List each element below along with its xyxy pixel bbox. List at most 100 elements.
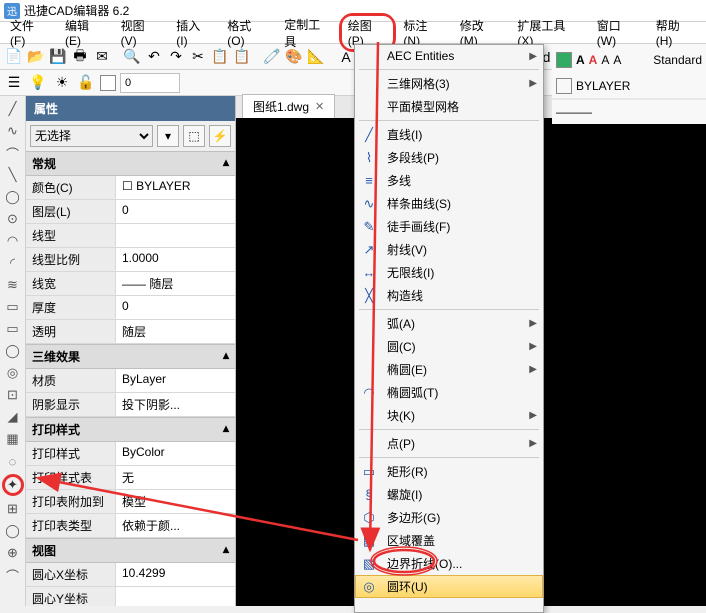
prop-value[interactable]: 模型 — [116, 490, 235, 513]
menu-item[interactable]: 椭圆(E)▶ — [355, 358, 543, 381]
text-style-a-icon[interactable]: A — [601, 53, 609, 67]
left-tool-1[interactable]: ∿ — [4, 122, 22, 140]
left-tool-8[interactable]: ≋ — [4, 276, 22, 294]
menu-4[interactable]: 格式(O) — [219, 14, 276, 51]
property-row[interactable]: 圆心Y坐标 — [26, 587, 235, 606]
menu-item[interactable]: ≡多线 — [355, 169, 543, 192]
menu-item[interactable]: ∿样条曲线(S) — [355, 192, 543, 215]
left-tool-6[interactable]: ◠ — [4, 232, 22, 250]
menu-item[interactable]: ▨区域覆盖 — [355, 529, 543, 552]
left-tool-4[interactable]: ◯ — [4, 188, 22, 206]
left-tool-2[interactable]: ⌒ — [4, 144, 22, 162]
property-row[interactable]: 阴影显示投下阴影... — [26, 393, 235, 417]
layers-icon[interactable]: ☰ — [4, 73, 24, 93]
left-tool-20[interactable]: ⊕ — [4, 544, 22, 562]
prop-value[interactable]: ByColor — [116, 442, 235, 465]
menu-10[interactable]: 窗口(W) — [589, 14, 648, 51]
menu-2[interactable]: 视图(V) — [113, 14, 169, 51]
tb1-btn-3[interactable]: 🖶 — [70, 47, 90, 67]
tb1-btn-2[interactable]: 💾 — [48, 47, 68, 67]
menu-item[interactable]: 点(P)▶ — [355, 432, 543, 455]
prop-value[interactable]: 0 — [116, 200, 235, 223]
prop-value[interactable]: 无 — [116, 466, 235, 489]
prop-value[interactable]: ByLayer — [116, 369, 235, 392]
sun-icon[interactable]: ☀ — [52, 73, 72, 93]
tb1-btn-8[interactable]: ✂ — [188, 47, 208, 67]
property-row[interactable]: 材质ByLayer — [26, 369, 235, 393]
property-row[interactable]: 打印样式ByColor — [26, 442, 235, 466]
property-row[interactable]: 打印表附加到模型 — [26, 490, 235, 514]
menu-item[interactable]: 平面模型网格 — [355, 95, 543, 118]
left-tool-13[interactable]: ⊡ — [4, 386, 22, 404]
left-tool-16[interactable]: ◌ — [4, 452, 22, 470]
prop-value[interactable] — [116, 587, 235, 606]
menu-3[interactable]: 插入(I) — [168, 14, 219, 51]
left-tool-18[interactable]: ⊞ — [4, 500, 22, 518]
section-header[interactable]: 三维效果▴ — [26, 344, 235, 369]
prop-value[interactable]: ☐ BYLAYER — [116, 176, 235, 199]
tb1-btn-4[interactable]: ✉ — [92, 47, 112, 67]
lock-icon[interactable]: 🔓 — [76, 73, 96, 93]
layer-color-swatch[interactable] — [100, 75, 116, 91]
prop-value[interactable]: 10.4299 — [116, 563, 235, 586]
left-tool-19[interactable]: ◯ — [4, 522, 22, 540]
prop-value[interactable]: 投下阴影... — [116, 393, 235, 416]
left-tool-9[interactable]: ▭ — [4, 298, 22, 316]
property-row[interactable]: 线型 — [26, 224, 235, 248]
tb1-btn-0[interactable]: 📄 — [4, 47, 24, 67]
property-row[interactable]: 颜色(C)☐ BYLAYER — [26, 176, 235, 200]
left-tool-7[interactable]: ◜ — [4, 254, 22, 272]
tb1-btn-13[interactable]: 📐 — [306, 47, 326, 67]
prop-value[interactable]: 0 — [116, 296, 235, 319]
property-row[interactable]: 圆心X坐标10.4299 — [26, 563, 235, 587]
left-tool-3[interactable]: ╲ — [4, 166, 22, 184]
property-row[interactable]: 线宽—— 随层 — [26, 272, 235, 296]
section-header[interactable]: 视图▴ — [26, 538, 235, 563]
left-tool-17[interactable]: ✦ — [2, 474, 24, 496]
filter-icon[interactable]: ▾ — [157, 125, 179, 147]
property-row[interactable]: 线型比例1.0000 — [26, 248, 235, 272]
property-row[interactable]: 透明随层 — [26, 320, 235, 344]
section-header[interactable]: 常规▴ — [26, 151, 235, 176]
left-tool-15[interactable]: ▦ — [4, 430, 22, 448]
menu-item[interactable]: ◠椭圆弧(T) — [355, 381, 543, 404]
menu-item[interactable]: 圆(C)▶ — [355, 335, 543, 358]
layer-name-input[interactable] — [120, 73, 180, 93]
menu-item[interactable]: ↗射线(V) — [355, 238, 543, 261]
prop-value[interactable]: —— 随层 — [116, 272, 235, 295]
tb1-btn-12[interactable]: 🎨 — [284, 47, 304, 67]
menu-item[interactable]: ╳构造线 — [355, 284, 543, 307]
menu-11[interactable]: 帮助(H) — [648, 14, 704, 51]
left-tool-14[interactable]: ◢ — [4, 408, 22, 426]
menu-item[interactable]: ⬡多边形(G) — [355, 506, 543, 529]
menu-item[interactable]: ▭矩形(R) — [355, 460, 543, 483]
left-tool-5[interactable]: ⊙ — [4, 210, 22, 228]
tb1-btn-6[interactable]: ↶ — [144, 47, 164, 67]
property-row[interactable]: 厚度0 — [26, 296, 235, 320]
left-tool-11[interactable]: ◯ — [4, 342, 22, 360]
menu-item[interactable]: §螺旋(I) — [355, 483, 543, 506]
menu-item[interactable]: AEC Entities▶ — [355, 45, 543, 67]
tb1-btn-10[interactable]: 📋 — [232, 47, 252, 67]
left-tool-0[interactable]: ╱ — [4, 100, 22, 118]
prop-value[interactable]: 1.0000 — [116, 248, 235, 271]
tb1-btn-9[interactable]: 📋 — [210, 47, 230, 67]
tb1-btn-11[interactable]: 🧷 — [262, 47, 282, 67]
menu-item[interactable]: ╱直线(I) — [355, 123, 543, 146]
close-icon[interactable]: ✕ — [315, 100, 324, 113]
prop-value[interactable]: 依赖于颜... — [116, 514, 235, 537]
tb1-btn-5[interactable]: 🔍 — [122, 47, 142, 67]
left-tool-10[interactable]: ▭ — [4, 320, 22, 338]
menu-item[interactable]: 三维网格(3)▶ — [355, 72, 543, 95]
bulb-icon[interactable]: 💡 — [28, 73, 48, 93]
property-row[interactable]: 打印样式表无 — [26, 466, 235, 490]
tb1-btn-1[interactable]: 📂 — [26, 47, 46, 67]
menu-item[interactable]: ⌇多段线(P) — [355, 146, 543, 169]
menu-item[interactable]: ▧边界折线(O)... — [355, 552, 543, 575]
left-tool-12[interactable]: ◎ — [4, 364, 22, 382]
prop-value[interactable]: 随层 — [116, 320, 235, 343]
section-header[interactable]: 打印样式▴ — [26, 417, 235, 442]
menu-0[interactable]: 文件(F) — [2, 14, 57, 51]
document-tab[interactable]: 图纸1.dwg ✕ — [242, 94, 335, 118]
menu-item[interactable]: ↔无限线(I) — [355, 261, 543, 284]
